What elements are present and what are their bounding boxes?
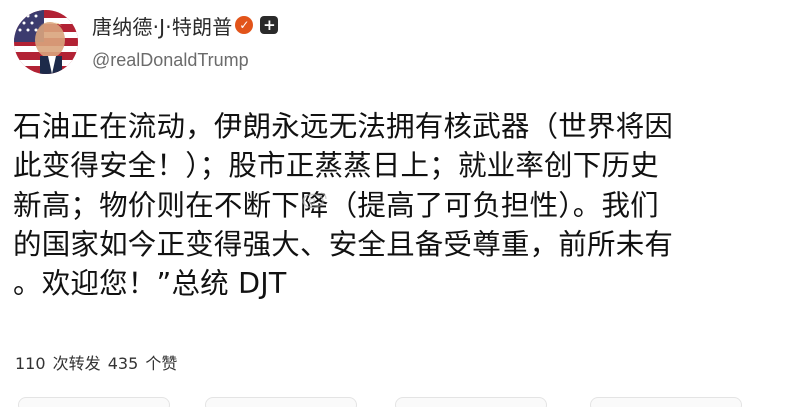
reposts-count[interactable]: 110: [15, 354, 46, 373]
action-bar: [0, 395, 800, 407]
user-handle[interactable]: @realDonaldTrump: [92, 50, 278, 71]
display-name[interactable]: 唐纳德·J·特朗普: [92, 11, 232, 40]
follow-plus-icon[interactable]: +: [260, 16, 279, 34]
post-body: 石油正在流动，伊朗永远无法拥有核武器（世界将因 此变得安全！）；股市正蒸蒸日上；就…: [13, 107, 793, 303]
post-line: 的国家如今正变得强大、安全且备受尊重，前所未有: [13, 227, 674, 261]
avatar[interactable]: [14, 10, 78, 74]
post-header: 唐纳德·J·特朗普 ✓ + @realDonaldTrump: [14, 10, 279, 74]
user-identity: 唐纳德·J·特朗普 ✓ + @realDonaldTrump: [92, 10, 279, 71]
avatar-flag-portrait-icon: [14, 10, 78, 74]
name-row: 唐纳德·J·特朗普 ✓ +: [92, 11, 279, 40]
post-line: 新高；物价则在不断下降（提高了可负担性）。我们: [13, 188, 659, 222]
likes-count[interactable]: 435: [108, 354, 139, 373]
post-stats: 110 次转发 435 个赞: [15, 350, 179, 374]
action-pill-reply[interactable]: [18, 397, 170, 407]
action-pill-like[interactable]: [395, 397, 547, 407]
likes-label[interactable]: 个赞: [145, 354, 177, 373]
post-line: 。欢迎您！”总统 DJT: [13, 267, 287, 301]
post-line: 此变得安全！）；股市正蒸蒸日上；就业率创下历史: [13, 149, 659, 183]
action-pill-repost[interactable]: [205, 397, 357, 407]
reposts-label[interactable]: 次转发: [53, 354, 101, 373]
post-line: 石油正在流动，伊朗永远无法拥有核武器（世界将因: [13, 110, 674, 143]
action-pill-share[interactable]: [590, 397, 742, 407]
verified-badge-icon: ✓: [235, 16, 254, 34]
post-card: 唐纳德·J·特朗普 ✓ + @realDonaldTrump 石油正在流动，伊朗…: [0, 0, 800, 407]
